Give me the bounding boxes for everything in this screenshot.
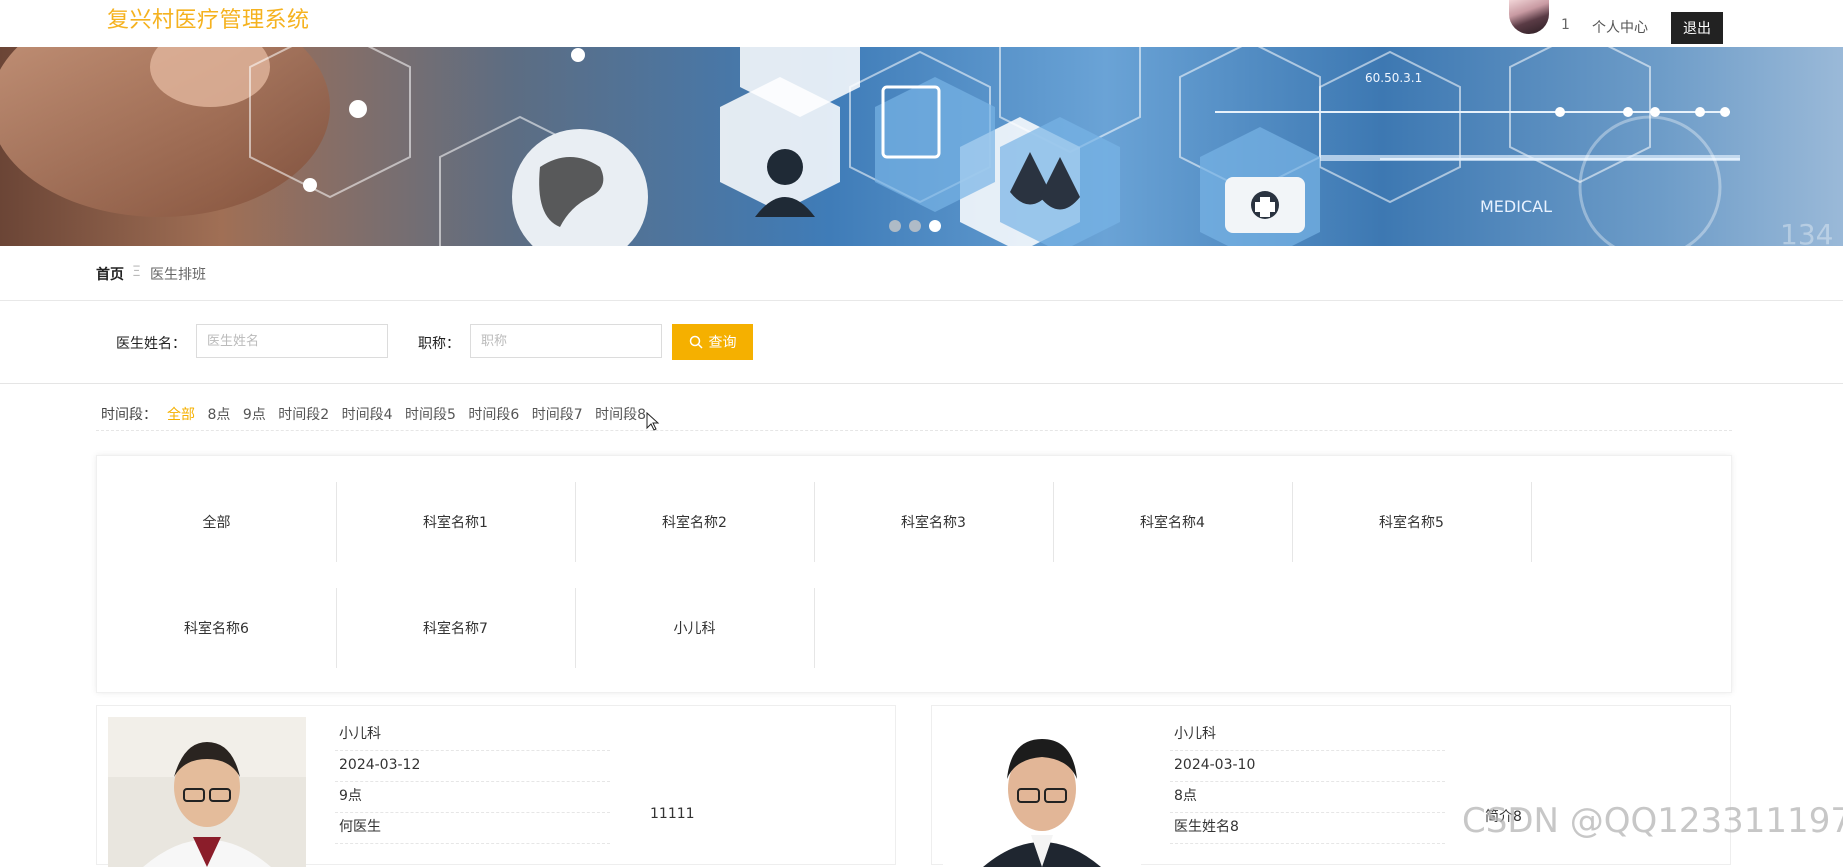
breadcrumb: 首页 Ξ 医生排班 xyxy=(0,246,1843,301)
breadcrumb-current: 医生排班 xyxy=(150,267,206,283)
time-option-slot8[interactable]: 时间段8 xyxy=(595,407,646,423)
time-filter-label: 时间段： xyxy=(101,407,157,423)
department-3[interactable]: 科室名称3 xyxy=(814,482,1054,562)
query-button[interactable]: 查询 xyxy=(672,324,753,360)
search-bar: 医生姓名： 职称： 查询 xyxy=(0,300,1843,384)
carousel-dot-2[interactable] xyxy=(909,220,921,232)
schedule-date: 2024-03-10 xyxy=(1170,751,1445,782)
department-1[interactable]: 科室名称1 xyxy=(336,482,576,562)
profile-center-link[interactable]: 个人中心 xyxy=(1592,17,1648,37)
time-option-slot4[interactable]: 时间段4 xyxy=(342,407,393,423)
time-option-slot2[interactable]: 时间段2 xyxy=(278,407,329,423)
carousel-dot-3[interactable] xyxy=(929,220,941,232)
title-label: 职称： xyxy=(418,336,460,352)
doctor-photo xyxy=(943,717,1141,867)
department-all[interactable]: 全部 xyxy=(97,482,337,562)
top-header: 复兴村医疗管理系统 1 个人中心 退出 xyxy=(0,0,1843,47)
banner-carousel[interactable]: 60.50.3.1 MEDICAL 134 xyxy=(0,47,1843,246)
banner-text-2: MEDICAL xyxy=(1480,197,1552,216)
department-pediatrics[interactable]: 小儿科 xyxy=(575,588,815,668)
mouse-cursor-icon xyxy=(646,412,660,431)
department-6[interactable]: 科室名称6 xyxy=(97,588,337,668)
time-option-9[interactable]: 9点 xyxy=(243,407,266,423)
schedule-department: 小儿科 xyxy=(335,720,610,751)
query-button-label: 查询 xyxy=(708,335,737,351)
time-filter-options: 全部 8点 9点 时间段2 时间段4 时间段5 时间段6 时间段7 时间段8 xyxy=(167,404,654,424)
doctor-name-label: 医生姓名： xyxy=(116,336,186,352)
time-option-slot5[interactable]: 时间段5 xyxy=(405,407,456,423)
time-option-all[interactable]: 全部 xyxy=(167,407,195,423)
watermark: CSDN @QQ123311197 xyxy=(1462,801,1843,841)
schedule-doctor: 医生姓名8 xyxy=(1170,813,1445,844)
banner-illustration: 60.50.3.1 MEDICAL 134 xyxy=(0,47,1833,246)
schedule-card[interactable]: 小儿科 2024-03-10 8点 医生姓名8 简介8 xyxy=(931,705,1731,867)
department-4[interactable]: 科室名称4 xyxy=(1053,482,1293,562)
breadcrumb-home[interactable]: 首页 xyxy=(96,264,124,284)
schedule-date: 2024-03-12 xyxy=(335,751,610,782)
department-2[interactable]: 科室名称2 xyxy=(575,482,815,562)
schedule-doctor: 何医生 xyxy=(335,813,610,844)
schedule-department: 小儿科 xyxy=(1170,720,1445,751)
carousel-dot-1[interactable] xyxy=(889,220,901,232)
logout-button[interactable]: 退出 xyxy=(1671,12,1723,44)
time-option-8[interactable]: 8点 xyxy=(207,407,230,423)
schedule-details: 小儿科 2024-03-12 9点 何医生 xyxy=(335,720,610,844)
schedule-time: 8点 xyxy=(1170,782,1445,813)
title-input[interactable] xyxy=(470,324,662,358)
department-7[interactable]: 科室名称7 xyxy=(336,588,576,668)
doctor-name-input[interactable] xyxy=(196,324,388,358)
schedule-time: 9点 xyxy=(335,782,610,813)
doctor-intro: 11111 xyxy=(650,806,695,822)
time-filter: 时间段： 全部 8点 9点 时间段2 时间段4 时间段5 时间段6 时间段7 时… xyxy=(96,404,1732,431)
department-grid: 全部 科室名称1 科室名称2 科室名称3 科室名称4 科室名称5 科室名称6 科… xyxy=(96,455,1732,693)
schedule-details: 小儿科 2024-03-10 8点 医生姓名8 xyxy=(1170,720,1445,844)
department-5[interactable]: 科室名称5 xyxy=(1292,482,1532,562)
time-option-slot7[interactable]: 时间段7 xyxy=(532,407,583,423)
search-icon xyxy=(689,335,703,349)
doctor-photo xyxy=(108,717,306,867)
user-name: 1 xyxy=(1561,17,1570,33)
breadcrumb-separator: Ξ xyxy=(132,264,141,280)
banner-text-1: 60.50.3.1 xyxy=(1365,71,1422,85)
banner-text-3: 134 xyxy=(1780,218,1833,246)
time-option-slot6[interactable]: 时间段6 xyxy=(468,407,519,423)
user-avatar[interactable] xyxy=(1509,0,1549,34)
schedule-card[interactable]: 小儿科 2024-03-12 9点 何医生 11111 xyxy=(96,705,896,867)
site-title[interactable]: 复兴村医疗管理系统 xyxy=(107,2,310,34)
